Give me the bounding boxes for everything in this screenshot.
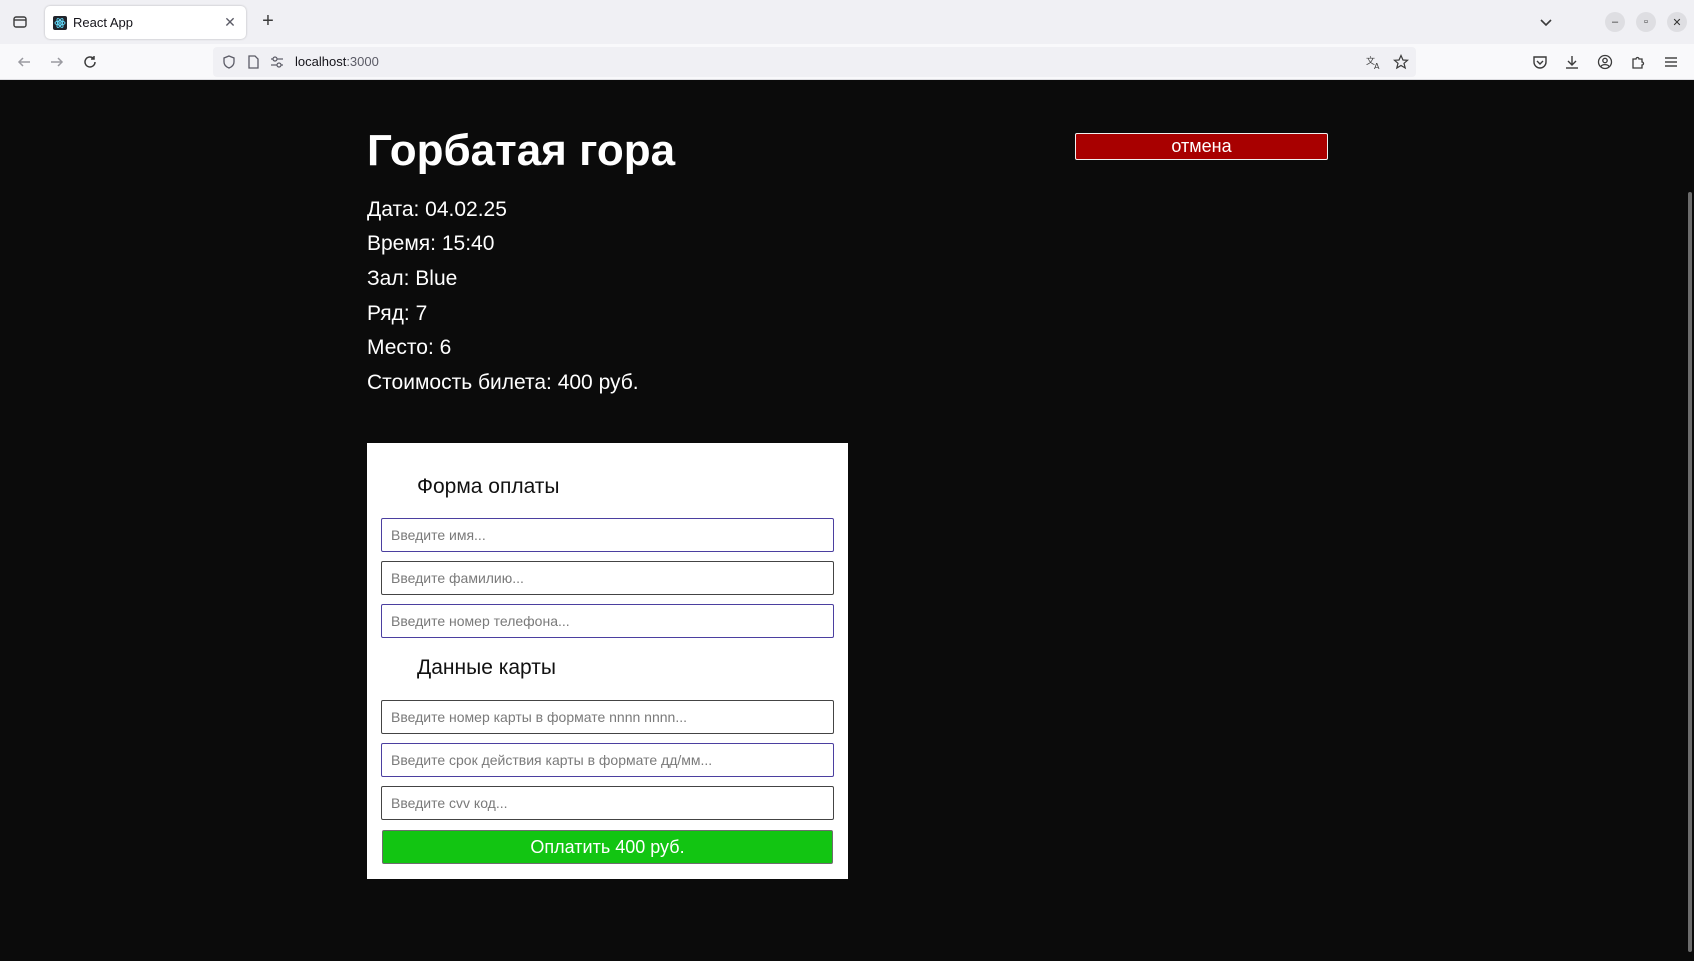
card-expiry-field[interactable]: Введите срок действия карты в формате дд…: [381, 743, 834, 777]
close-window-icon[interactable]: ✕: [1667, 12, 1687, 32]
back-icon[interactable]: [12, 50, 36, 74]
first-name-field[interactable]: Введите имя...: [381, 518, 834, 552]
pocket-icon[interactable]: [1528, 50, 1552, 74]
payment-form: Форма оплаты Введите имя... Введите фами…: [367, 443, 848, 879]
browser-nav-bar: localhost:3000 文A: [0, 44, 1694, 80]
tab-title: React App: [73, 15, 133, 30]
ticket-price: Стоимость билета: 400 руб.: [367, 371, 639, 394]
card-number-field[interactable]: Введите номер карты в формате nnnn nnnn.…: [381, 700, 834, 734]
menu-icon[interactable]: [1659, 50, 1683, 74]
session-time: Время: 15:40: [367, 232, 495, 255]
payment-form-heading: Форма оплаты: [417, 475, 560, 498]
download-icon[interactable]: [1560, 50, 1584, 74]
shield-icon[interactable]: [221, 54, 237, 70]
site-permissions-icon[interactable]: [269, 54, 285, 70]
movie-title: Горбатая гора: [367, 126, 676, 175]
seat-number: Место: 6: [367, 336, 452, 359]
seat-row: Ряд: 7: [367, 302, 428, 325]
phone-field[interactable]: Введите номер телефона...: [381, 604, 834, 638]
extensions-icon[interactable]: [1626, 50, 1650, 74]
pay-button[interactable]: Оплатить 400 руб.: [382, 830, 833, 864]
tab-list-icon[interactable]: [8, 10, 32, 34]
new-tab-icon[interactable]: +: [256, 10, 280, 34]
cvv-field[interactable]: Введите cvv код...: [381, 786, 834, 820]
page-content: Горбатая гора Дата: 04.02.25 Время: 15:4…: [0, 80, 1694, 961]
card-data-heading: Данные карты: [417, 656, 556, 679]
url-text[interactable]: localhost:3000: [295, 54, 379, 69]
page-icon[interactable]: [245, 54, 261, 70]
reload-icon[interactable]: [78, 50, 102, 74]
minimize-icon[interactable]: –: [1605, 12, 1625, 32]
page-scrollbar[interactable]: [1688, 192, 1692, 952]
session-hall: Зал: Blue: [367, 267, 458, 290]
session-date: Дата: 04.02.25: [367, 198, 507, 221]
account-icon[interactable]: [1593, 50, 1617, 74]
last-name-field[interactable]: Введите фамилию...: [381, 561, 834, 595]
cancel-button[interactable]: отмена: [1075, 133, 1328, 160]
url-bar[interactable]: localhost:3000 文A: [213, 47, 1416, 77]
browser-tab-bar: React App ✕ + – ▫ ✕: [0, 0, 1694, 44]
forward-icon[interactable]: [45, 50, 69, 74]
url-port: :3000: [346, 54, 379, 69]
svg-text:A: A: [1374, 62, 1380, 70]
translate-icon[interactable]: 文A: [1366, 54, 1382, 70]
close-tab-icon[interactable]: ✕: [222, 14, 238, 31]
chevron-down-icon[interactable]: [1536, 12, 1556, 32]
react-favicon-icon: [53, 15, 67, 30]
restore-icon[interactable]: ▫: [1636, 12, 1656, 32]
browser-tab-active[interactable]: React App ✕: [45, 6, 246, 39]
url-host: localhost: [295, 54, 347, 69]
bookmark-star-icon[interactable]: [1393, 54, 1409, 70]
